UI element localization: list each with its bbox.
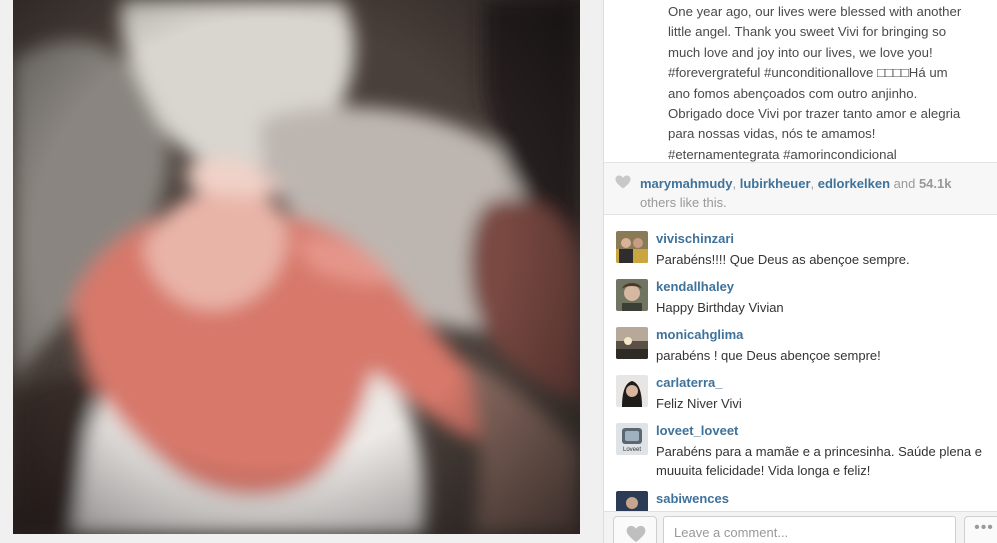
comment-username[interactable]: sabiwences xyxy=(656,491,729,506)
likes-separator: , xyxy=(732,176,740,191)
liker-link[interactable]: marymahmudy xyxy=(640,176,732,191)
more-options-button[interactable]: ••• xyxy=(964,516,997,543)
likes-section: marymahmudy, lubirkheuer, edlorkelken an… xyxy=(604,163,997,214)
comment-username[interactable]: monicahglima xyxy=(656,327,743,342)
caption-line: para nossas vidas, nós te amamos! xyxy=(668,126,876,142)
avatar-text: Loveet xyxy=(623,447,641,453)
comment-text: Parabéns!!!! Que Deus as abençoe sempre. xyxy=(656,252,910,267)
post-caption: One year ago, our lives were blessed wit… xyxy=(668,2,986,165)
ellipsis-icon: ••• xyxy=(974,519,994,536)
post-sidebar: One year ago, our lives were blessed wit… xyxy=(603,0,997,543)
likes-count[interactable]: 54.1k xyxy=(919,176,952,191)
like-button[interactable] xyxy=(613,516,657,543)
avatar[interactable] xyxy=(616,491,648,511)
liker-link[interactable]: edlorkelken xyxy=(818,176,890,191)
comment-text: parabéns ! que Deus abençoe sempre! xyxy=(656,348,881,363)
comment-input[interactable] xyxy=(663,516,956,543)
caption-line: little angel. Thank you sweet Vivi for b… xyxy=(668,24,947,40)
comment-username[interactable]: vivischinzari xyxy=(656,231,734,246)
photo-pane xyxy=(0,0,597,543)
comment-text: Parabéns para a mamãe e a princesinha. S… xyxy=(656,444,982,478)
comment-text: Feliz Niver Vivi xyxy=(656,396,742,411)
avatar[interactable] xyxy=(616,375,648,407)
avatar[interactable] xyxy=(616,231,648,263)
comment-username[interactable]: loveet_loveet xyxy=(656,423,738,438)
comments-list: vivischinzari Parabéns!!!! Que Deus as a… xyxy=(604,215,997,511)
heart-icon xyxy=(626,525,646,543)
likes-text: marymahmudy, lubirkheuer, edlorkelken an… xyxy=(640,174,980,212)
caption-line: One year ago, our lives were blessed wit… xyxy=(668,4,962,19)
comment-bar: ••• xyxy=(604,511,997,543)
caption-line: Obrigado doce Vivi por trazer tanto amor… xyxy=(668,106,961,122)
avatar[interactable]: Loveet xyxy=(616,423,648,455)
caption-line: much love and joy into our lives, we lov… xyxy=(668,44,933,60)
likes-suffix: others like this. xyxy=(640,195,727,210)
caption-line: #forevergrateful #unconditionallove □□□□… xyxy=(668,65,948,81)
caption-line: ano fomos abençoados com outro anjinho. xyxy=(668,85,918,101)
liker-link[interactable]: lubirkheuer xyxy=(740,176,811,191)
likes-and: and xyxy=(890,176,919,191)
likes-separator: , xyxy=(810,176,818,191)
comment-text: Happy Birthday Vivian xyxy=(656,300,784,315)
comment-username[interactable]: carlaterra_ xyxy=(656,375,723,390)
heart-icon xyxy=(615,175,631,189)
post-photo[interactable] xyxy=(13,0,580,534)
avatar[interactable] xyxy=(616,279,648,311)
avatar[interactable] xyxy=(616,327,648,359)
comment-username[interactable]: kendallhaley xyxy=(656,279,734,294)
